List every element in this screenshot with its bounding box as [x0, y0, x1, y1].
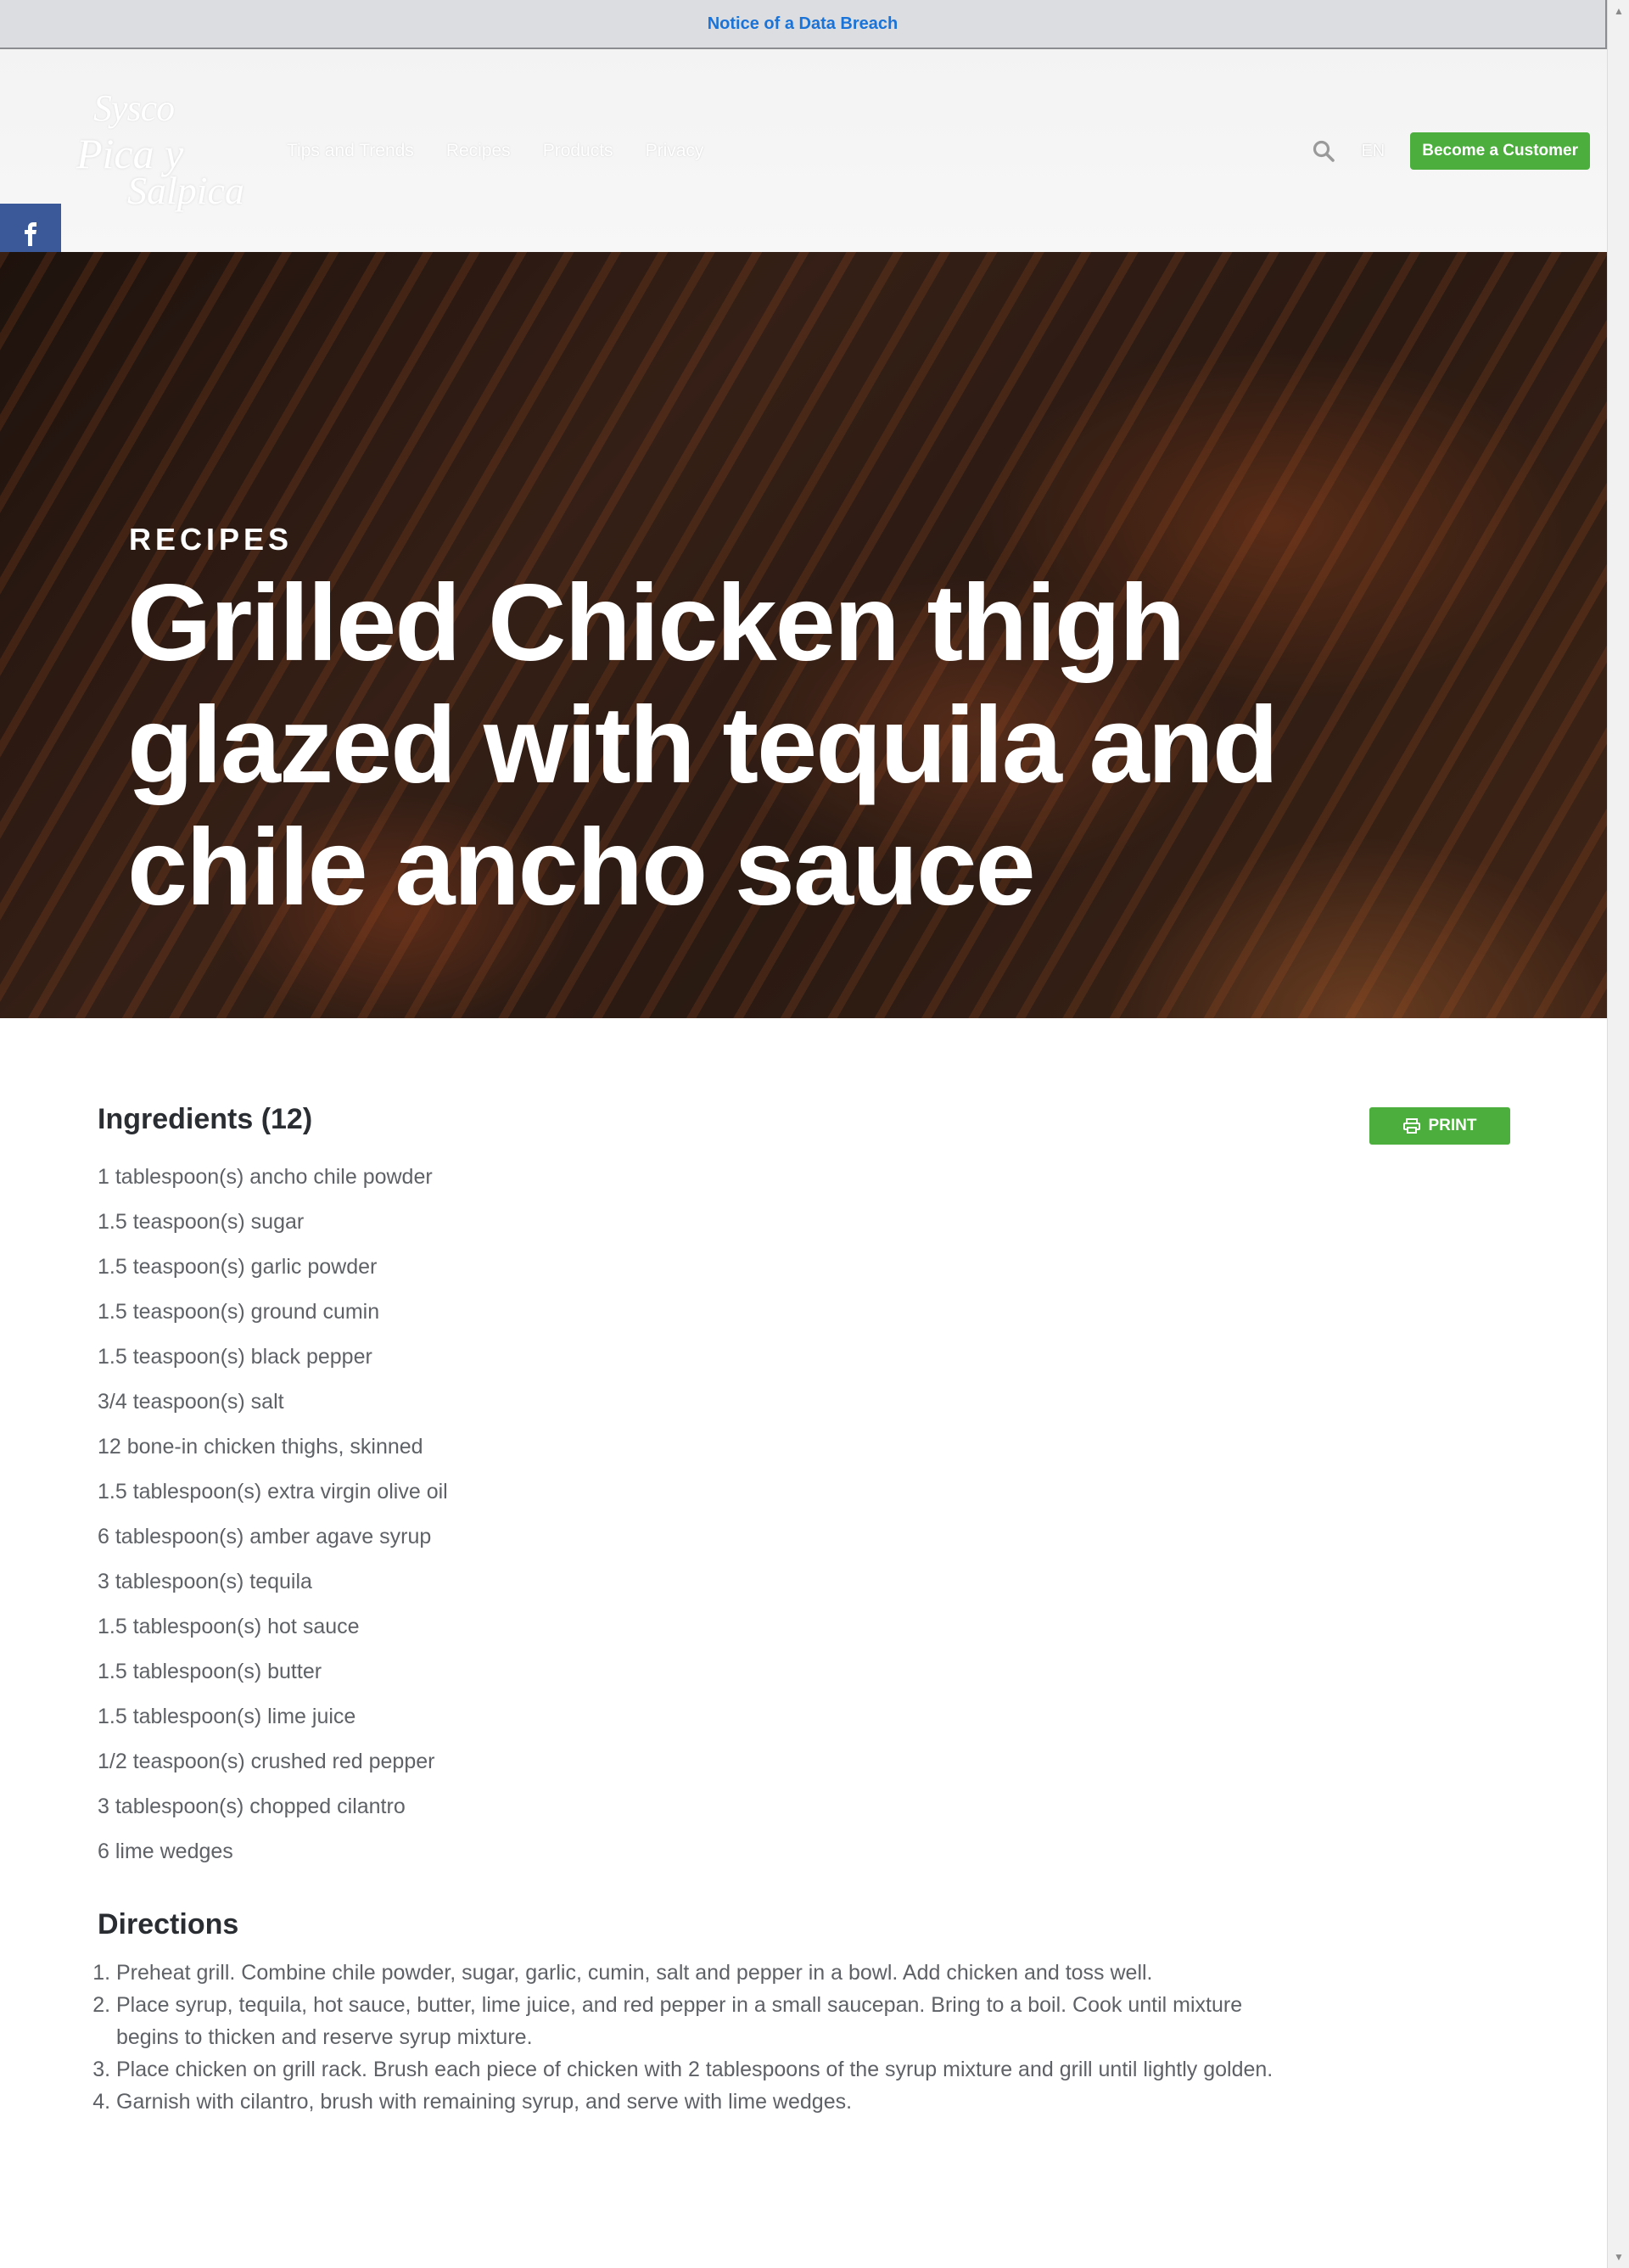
site-header: Sysco Pica y Salpica Tips and Trends Rec… — [0, 49, 1607, 252]
site-logo[interactable]: Sysco Pica y Salpica — [51, 85, 255, 212]
header-actions: EN Become a Customer — [1312, 132, 1590, 170]
direction-step: Garnish with cilantro, brush with remain… — [116, 2086, 1287, 2118]
ingredient-item: 1/2 teaspoon(s) crushed red pepper — [98, 1750, 435, 1773]
search-icon[interactable] — [1312, 139, 1335, 163]
ingredients-list: 1 tablespoon(s) ancho chile powder 1.5 t… — [98, 1155, 1523, 1874]
ingredient-item: 1.5 teaspoon(s) garlic powder — [98, 1255, 378, 1279]
print-button[interactable]: PRINT — [1369, 1107, 1510, 1145]
directions-list: Preheat grill. Combine chile powder, sug… — [98, 1957, 1287, 2118]
logo-script-line2: Salpica — [127, 169, 244, 212]
ingredient-item: 6 lime wedges — [98, 1840, 233, 1863]
ingredient-item: 1.5 tablespoon(s) hot sauce — [98, 1615, 360, 1638]
nav-recipes[interactable]: Recipes — [446, 141, 511, 161]
ingredient-item: 1.5 teaspoon(s) black pepper — [98, 1345, 372, 1369]
ingredient-item: 1.5 teaspoon(s) sugar — [98, 1210, 305, 1234]
ingredient-item: 1.5 tablespoon(s) extra virgin olive oil — [98, 1480, 448, 1504]
scroll-down-arrow-icon[interactable]: ▼ — [1608, 2246, 1629, 2268]
facebook-icon — [25, 222, 36, 246]
ingredient-item: 12 bone-in chicken thighs, skinned — [98, 1435, 423, 1459]
direction-step: Place chicken on grill rack. Brush each … — [116, 2053, 1287, 2086]
scroll-up-arrow-icon[interactable]: ▲ — [1608, 0, 1629, 22]
page-scrollbar[interactable]: ▲ ▼ — [1607, 0, 1629, 2268]
language-switcher[interactable]: EN — [1361, 142, 1385, 161]
ingredient-item: 1.5 tablespoon(s) butter — [98, 1660, 322, 1683]
nav-privacy[interactable]: Privacy — [646, 141, 704, 161]
main-nav: Tips and Trends Recipes Products Privacy — [287, 141, 703, 161]
recipe-content: Ingredients (12) PRINT 1 tablespoon(s) a… — [98, 1103, 1523, 2118]
ingredient-item: 1 tablespoon(s) ancho chile powder — [98, 1165, 433, 1189]
notice-bar: Notice of a Data Breach — [0, 0, 1607, 49]
direction-step: Preheat grill. Combine chile powder, sug… — [116, 1957, 1287, 1989]
ingredients-heading: Ingredients (12) — [98, 1103, 313, 1135]
directions-heading: Directions — [98, 1908, 239, 1940]
become-customer-button[interactable]: Become a Customer — [1410, 132, 1590, 170]
page-title: Grilled Chicken thigh glazed with tequil… — [127, 563, 1279, 928]
direction-step: Place syrup, tequila, hot sauce, butter,… — [116, 1989, 1287, 2053]
ingredient-item: 1.5 tablespoon(s) lime juice — [98, 1705, 356, 1728]
hero-category: RECIPES — [129, 522, 294, 557]
logo-brand: Sysco — [93, 87, 175, 129]
ingredient-item: 1.5 teaspoon(s) ground cumin — [98, 1300, 380, 1324]
ingredient-item: 6 tablespoon(s) amber agave syrup — [98, 1525, 432, 1548]
hero-banner: RECIPES Grilled Chicken thigh glazed wit… — [0, 252, 1607, 1018]
print-label: PRINT — [1428, 1117, 1477, 1134]
ingredient-item: 3 tablespoon(s) chopped cilantro — [98, 1795, 406, 1818]
printer-icon — [1402, 1118, 1420, 1134]
ingredient-item: 3 tablespoon(s) tequila — [98, 1570, 312, 1593]
ingredient-item: 3/4 teaspoon(s) salt — [98, 1390, 284, 1414]
data-breach-notice-link[interactable]: Notice of a Data Breach — [708, 14, 898, 34]
nav-tips-and-trends[interactable]: Tips and Trends — [287, 141, 414, 161]
nav-products[interactable]: Products — [543, 141, 613, 161]
